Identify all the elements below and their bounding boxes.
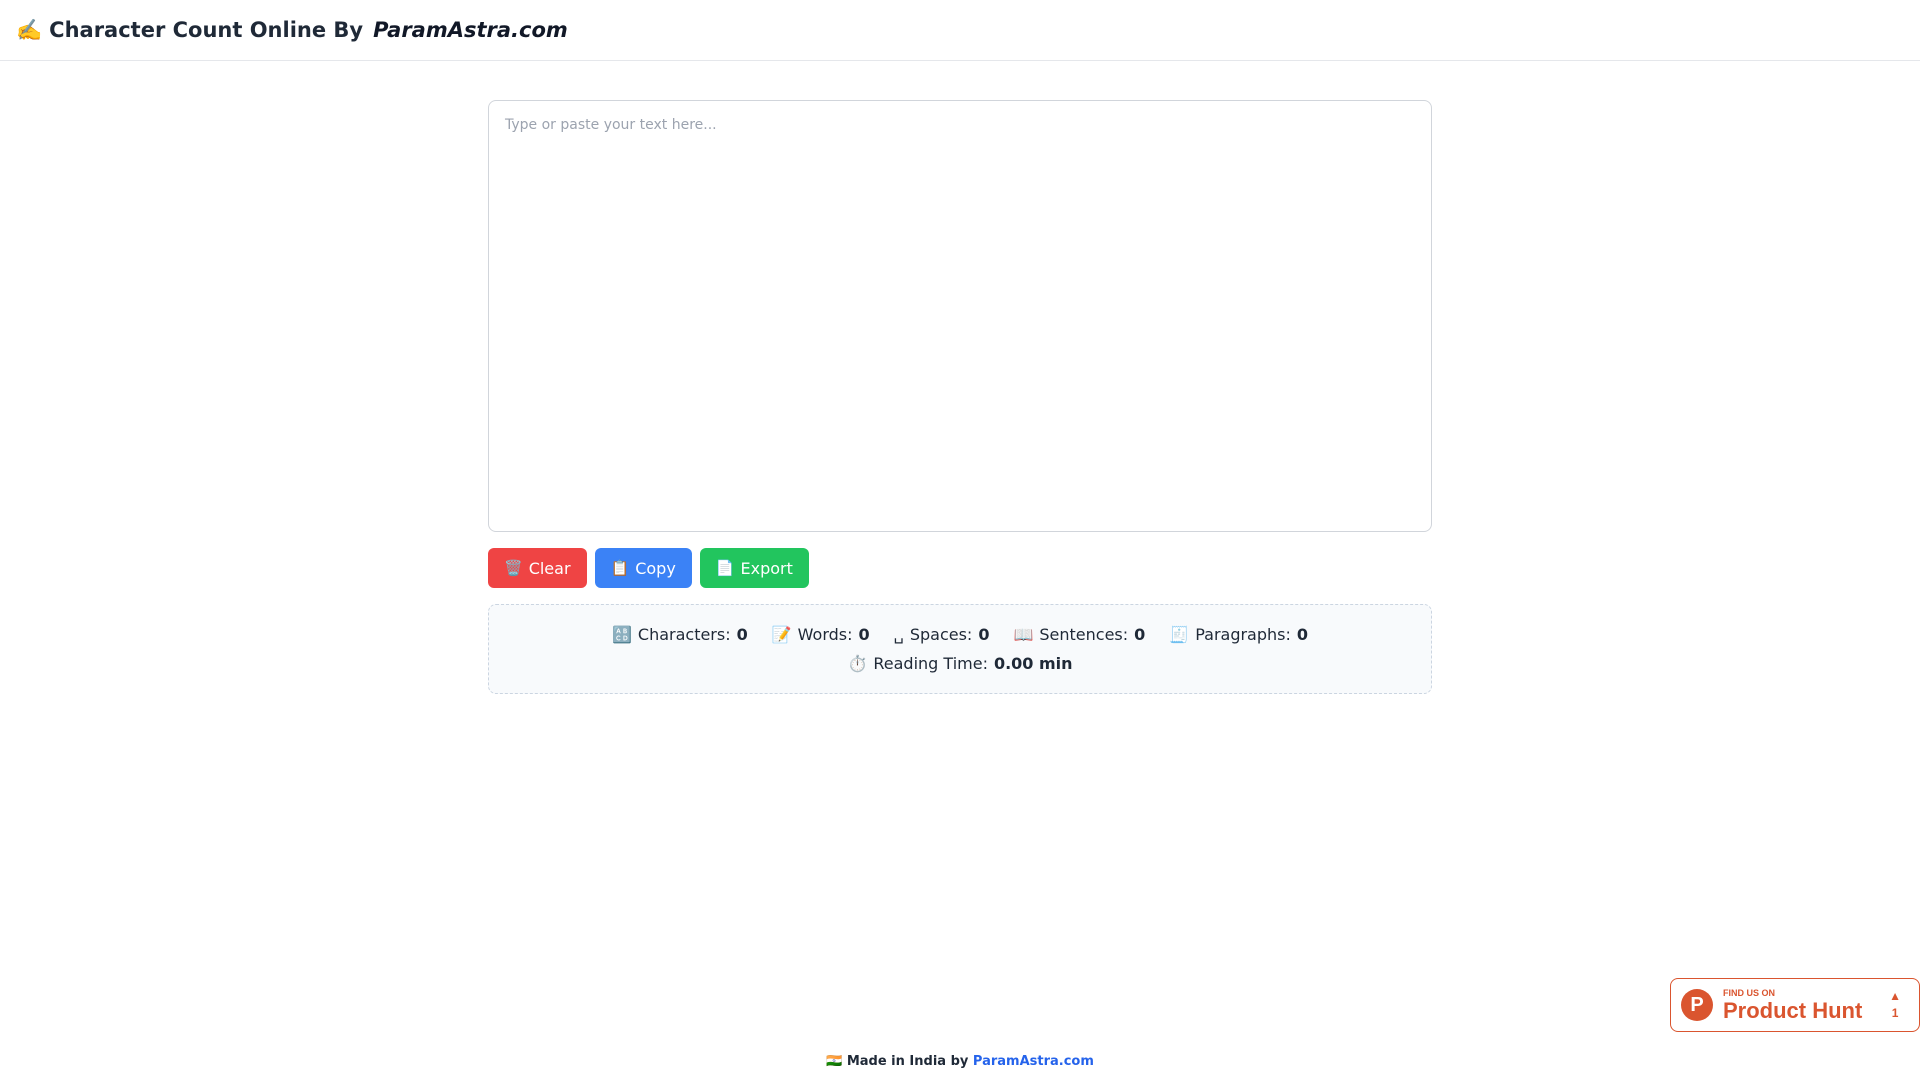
stat-paragraphs-value: 0 <box>1296 625 1309 644</box>
stat-reading-time-value: 0.00 min <box>993 654 1073 673</box>
stat-characters: 🔠 Characters: 0 <box>612 625 748 644</box>
writing-hand-icon: ✍️ <box>16 17 43 42</box>
stat-paragraphs: 🧾 Paragraphs: 0 <box>1169 625 1308 644</box>
space-icon: ␣ <box>893 625 904 644</box>
stat-spaces: ␣ Spaces: 0 <box>894 625 990 644</box>
stat-sentences-label: Sentences: <box>1039 625 1129 644</box>
footer-text: Made in India by <box>846 1054 969 1069</box>
copy-button-label: Copy <box>635 558 676 578</box>
stat-reading-time-label: Reading Time: <box>873 654 988 673</box>
stat-characters-label: Characters: <box>637 625 731 644</box>
stat-reading-time: ⏱️ Reading Time: 0.00 min <box>847 654 1072 673</box>
stat-words: 📝 Words: 0 <box>772 625 870 644</box>
memo-icon: 📝 <box>771 625 792 644</box>
text-input[interactable] <box>488 100 1432 532</box>
site-header: ✍️ Character Count Online By ParamAstra.… <box>0 0 1920 61</box>
product-hunt-badge[interactable]: P FIND US ON Product Hunt ▲ 1 <box>1670 978 1920 1032</box>
stats-panel: 🔠 Characters: 0 📝 Words: 0 ␣ Spaces: 0 📖… <box>488 604 1432 694</box>
reading-time-row: ⏱️ Reading Time: 0.00 min <box>847 654 1072 673</box>
clear-button[interactable]: 🗑️ Clear <box>488 548 587 588</box>
stat-words-label: Words: <box>797 625 853 644</box>
clear-button-label: Clear <box>528 558 571 578</box>
stats-row: 🔠 Characters: 0 📝 Words: 0 ␣ Spaces: 0 📖… <box>612 625 1308 644</box>
document-icon: 📄 <box>715 559 735 577</box>
receipt-icon: 🧾 <box>1169 625 1190 644</box>
export-button-label: Export <box>740 558 793 578</box>
stat-sentences-value: 0 <box>1134 625 1146 644</box>
page-title-brand: ParamAstra.com <box>373 18 568 42</box>
stat-words-value: 0 <box>858 625 870 644</box>
product-hunt-vote-count: 1 <box>1891 1006 1899 1020</box>
product-hunt-votes: ▲ 1 <box>1889 989 1901 1020</box>
copy-button[interactable]: 📋 Copy <box>594 548 692 588</box>
stopwatch-icon: ⏱️ <box>847 654 868 673</box>
footer-link[interactable]: ParamAstra.com <box>973 1054 1094 1069</box>
clipboard-icon: 📋 <box>610 559 630 577</box>
book-icon: 📖 <box>1013 625 1034 644</box>
characters-icon: 🔠 <box>611 625 632 644</box>
stat-paragraphs-label: Paragraphs: <box>1195 625 1291 644</box>
page-title-text: Character Count Online By <box>49 18 364 42</box>
upvote-arrow-icon: ▲ <box>1889 989 1901 1003</box>
india-flag-icon: 🇮🇳 <box>826 1054 843 1069</box>
page-title: ✍️ Character Count Online By ParamAstra.… <box>16 18 568 43</box>
stat-spaces-label: Spaces: <box>909 625 973 644</box>
product-hunt-text: FIND US ON Product Hunt <box>1723 987 1863 1023</box>
product-hunt-small-label: FIND US ON <box>1723 987 1776 998</box>
product-hunt-name: Product Hunt <box>1723 997 1863 1023</box>
trash-icon: 🗑️ <box>504 559 523 577</box>
product-hunt-logo-icon: P <box>1681 989 1713 1021</box>
stat-sentences: 📖 Sentences: 0 <box>1013 625 1145 644</box>
main-content: 🗑️ Clear 📋 Copy 📄 Export 🔠 Characters: 0… <box>488 100 1432 694</box>
action-buttons: 🗑️ Clear 📋 Copy 📄 Export <box>488 548 1432 588</box>
export-button[interactable]: 📄 Export <box>699 548 809 588</box>
site-footer: 🇮🇳 Made in India by ParamAstra.com <box>0 1054 1920 1069</box>
stat-spaces-value: 0 <box>978 625 990 644</box>
stat-characters-value: 0 <box>736 625 748 644</box>
